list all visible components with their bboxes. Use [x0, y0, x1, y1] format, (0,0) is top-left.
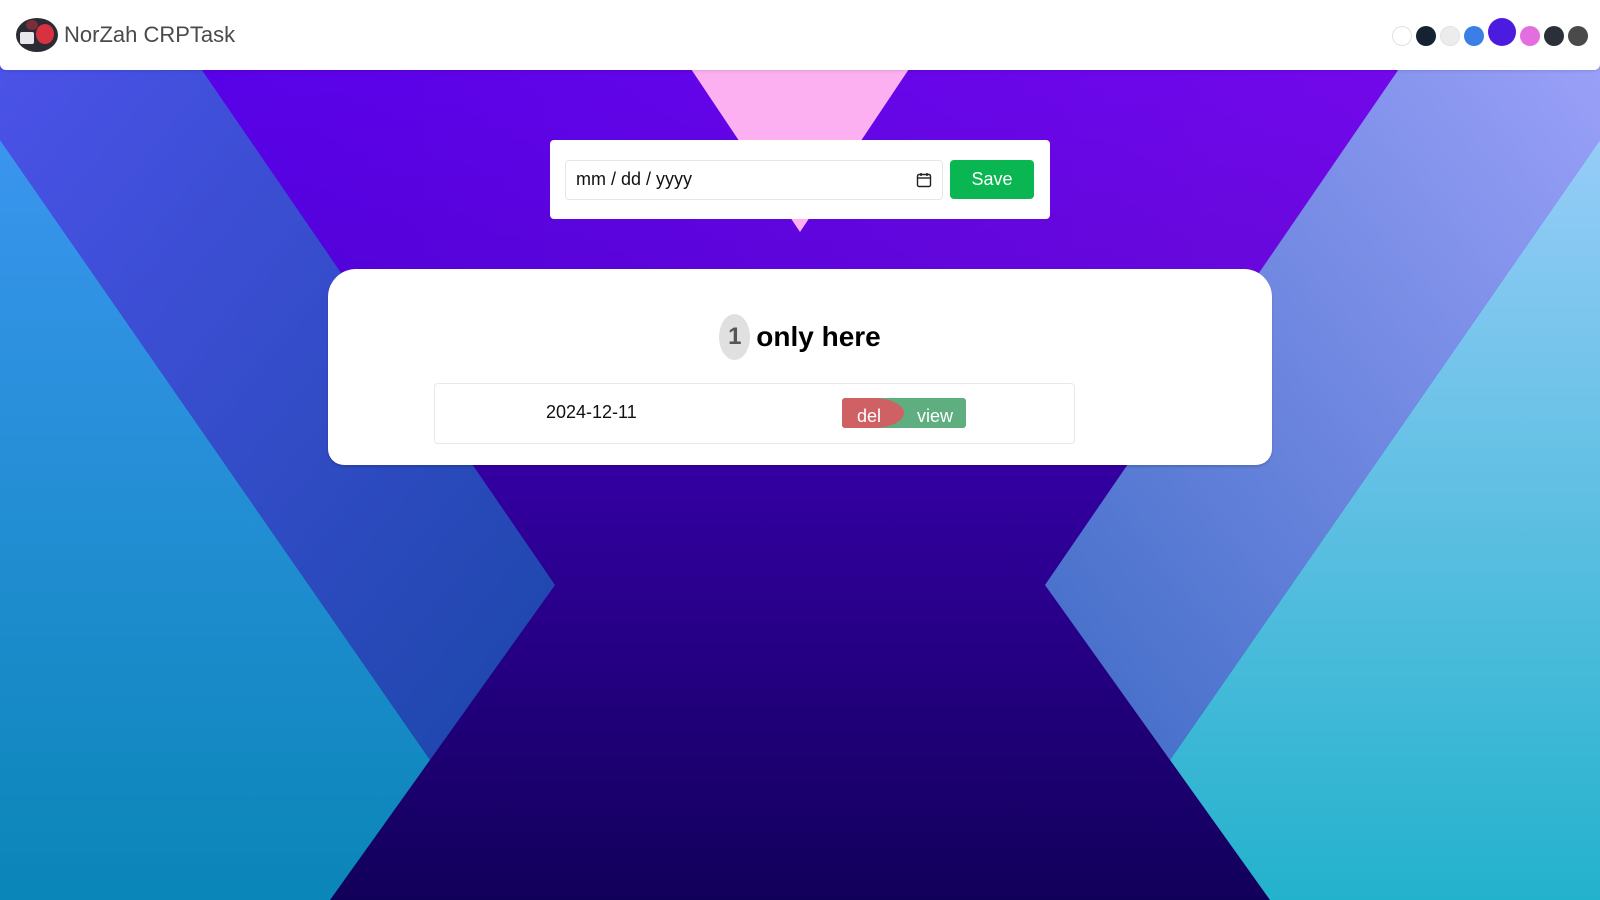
theme-blue-dot[interactable] [1464, 26, 1484, 46]
entry-date: 2024-12-11 [546, 402, 637, 422]
theme-switcher [1388, 18, 1588, 54]
list-heading-text: only here [756, 321, 881, 352]
brand-name: NorZah CRPTask [64, 22, 236, 47]
calendar-icon[interactable] [916, 172, 932, 188]
list-item: 2024-12-11 view del [434, 383, 1075, 444]
theme-photo-dark-dot[interactable] [1544, 26, 1564, 46]
theme-white-dot[interactable] [1392, 26, 1412, 46]
theme-dark-dot[interactable] [1416, 26, 1436, 46]
view-button[interactable]: view [904, 398, 966, 428]
count-badge: 1 [719, 314, 751, 360]
dates-list-card: 1 only here 2024-12-11 view del [328, 269, 1272, 465]
list-heading: 1 only here [328, 314, 1272, 360]
date-input-placeholder: mm / dd / yyyy [576, 169, 693, 189]
theme-photo-gray-dot[interactable] [1568, 26, 1588, 46]
theme-x-purple-dot[interactable] [1488, 18, 1516, 46]
entry-actions: view del [842, 398, 966, 428]
date-form: mm / dd / yyyy Save [550, 140, 1050, 219]
theme-light-gray-dot[interactable] [1440, 26, 1460, 46]
save-button[interactable]: Save [950, 160, 1034, 199]
theme-pink-dot[interactable] [1520, 26, 1540, 46]
top-navbar: NorZah CRPTask [0, 0, 1600, 70]
date-input[interactable]: mm / dd / yyyy [565, 159, 943, 200]
brand-logo [16, 18, 58, 52]
delete-button[interactable]: del [842, 398, 904, 428]
brand-home-link[interactable]: NorZah CRPTask [16, 18, 235, 52]
